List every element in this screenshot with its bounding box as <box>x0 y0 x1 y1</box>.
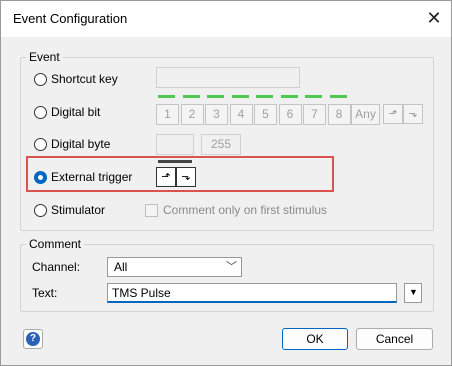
bit-led-indicator <box>182 95 200 98</box>
bit-led-indicator <box>280 95 298 98</box>
falling-edge-icon: ⬎ <box>408 108 418 120</box>
radio-shortcut-key[interactable]: Shortcut key <box>34 72 118 86</box>
close-icon[interactable]: ✕ <box>423 7 445 29</box>
comment-dropdown-button[interactable]: ▼ <box>404 283 422 303</box>
radio-button[interactable] <box>34 203 47 217</box>
radio-digital-bit[interactable]: Digital bit <box>34 105 100 119</box>
radio-button-selected[interactable] <box>34 170 47 184</box>
shortcut-key-field <box>156 67 300 88</box>
chevron-down-icon: ▼ <box>409 287 418 297</box>
radio-external-trigger[interactable]: External trigger <box>34 170 132 184</box>
byte-field <box>156 134 194 155</box>
bit-falling-button[interactable]: ⬎ <box>403 104 423 124</box>
comment-text-value: TMS Pulse <box>112 286 171 300</box>
radio-button[interactable] <box>34 72 47 86</box>
byte-value-field: 255 <box>201 134 241 155</box>
radio-button[interactable] <box>34 105 47 119</box>
digital-bit-button[interactable]: 1 <box>156 104 179 125</box>
bit-led-indicator <box>256 95 273 98</box>
rising-edge-icon: ⬏ <box>161 171 171 183</box>
digital-bit-button[interactable]: 6 <box>278 104 302 125</box>
radio-digital-byte[interactable]: Digital byte <box>34 137 110 151</box>
window-title: Event Configuration <box>13 11 128 26</box>
digital-bit-button[interactable]: 7 <box>303 104 326 125</box>
bit-rising-button[interactable]: ⬏ <box>383 104 403 124</box>
cancel-button[interactable]: Cancel <box>356 328 433 350</box>
digital-bit-button[interactable]: 3 <box>205 104 228 125</box>
digital-bit-button[interactable]: 8 <box>327 104 351 125</box>
radio-label: Stimulator <box>51 203 106 217</box>
comment-text-input[interactable]: TMS Pulse <box>107 283 397 303</box>
digital-bit-button[interactable]: 2 <box>180 104 204 125</box>
ok-button[interactable]: OK <box>282 328 348 350</box>
radio-label: Digital byte <box>51 137 111 151</box>
radio-label: Shortcut key <box>51 72 118 86</box>
channel-label: Channel: <box>32 260 81 274</box>
event-group-legend: Event <box>26 50 63 64</box>
trigger-led <box>158 160 192 163</box>
any-bit-button[interactable]: Any <box>351 104 380 125</box>
radio-label: Digital bit <box>51 105 101 119</box>
chevron-down-icon: ﹀ <box>226 261 237 273</box>
channel-select-value: All <box>114 260 128 274</box>
byte-value: 255 <box>210 137 232 151</box>
first-stimulus-checkbox-label: Comment only on first stimulus <box>163 203 328 217</box>
rising-edge-icon: ⬏ <box>388 108 398 120</box>
first-stimulus-checkbox-row[interactable]: Comment only on first stimulus <box>145 203 327 217</box>
radio-label: External trigger <box>51 170 133 184</box>
help-icon: ? <box>26 332 40 346</box>
bit-led-indicator <box>329 95 347 98</box>
digital-bit-button[interactable]: 4 <box>229 104 253 125</box>
bit-led-indicator <box>305 95 322 98</box>
first-stimulus-checkbox[interactable] <box>145 203 158 217</box>
radio-button[interactable] <box>34 137 47 151</box>
bit-led-indicator <box>231 95 249 98</box>
comment-group-legend: Comment <box>26 237 85 251</box>
falling-edge-icon: ⬎ <box>181 171 191 183</box>
channel-select[interactable]: All ﹀ <box>107 257 242 277</box>
external-falling-button[interactable]: ⬎ <box>176 167 196 187</box>
bit-led-indicator <box>158 95 175 98</box>
external-rising-button[interactable]: ⬏ <box>156 167 176 187</box>
digital-bit-button[interactable]: 5 <box>254 104 277 125</box>
text-label: Text: <box>32 286 58 300</box>
help-button[interactable]: ? <box>23 329 43 349</box>
bit-led-indicator <box>207 95 224 98</box>
radio-stimulator[interactable]: Stimulator <box>34 203 105 217</box>
title-bar: Event Configuration ✕ <box>1 1 451 37</box>
event-configuration-window: Event Configuration ✕ Event Shortcut key… <box>0 0 452 366</box>
